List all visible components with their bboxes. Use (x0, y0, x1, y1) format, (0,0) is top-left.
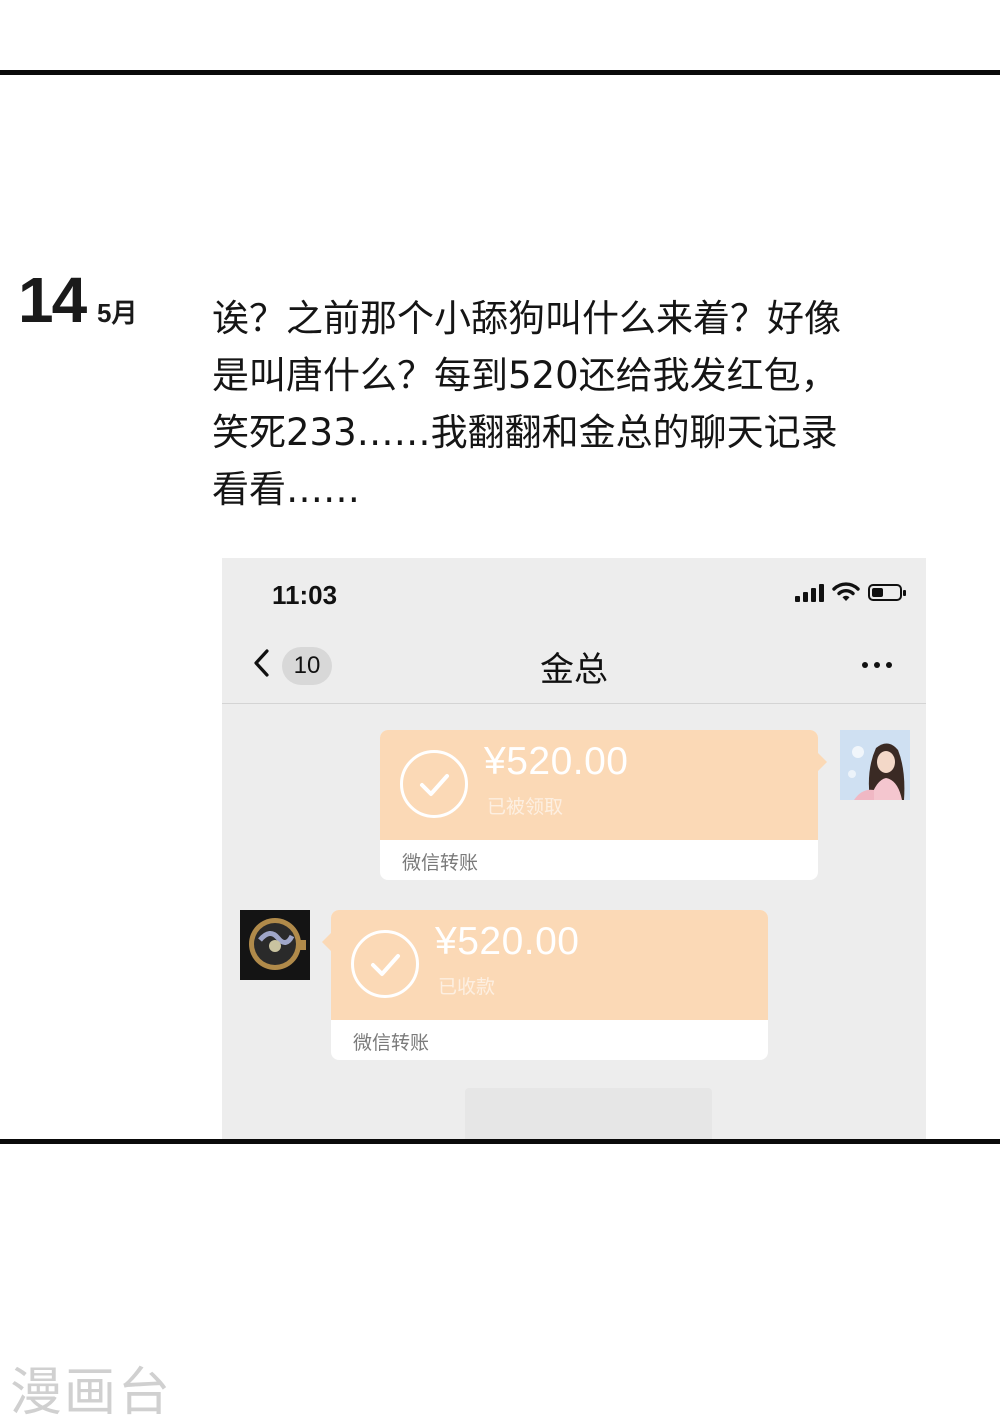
bottom-rule (0, 1139, 1000, 1144)
transfer-message-received[interactable]: ¥520.00 已收款 微信转账 (331, 910, 768, 1060)
transfer-amount: ¥520.00 (484, 740, 629, 783)
avatar-self[interactable] (840, 730, 910, 800)
more-options-icon[interactable] (862, 662, 892, 668)
transfer-status: 已收款 (438, 976, 496, 998)
diary-text: 诶？之前那个小舔狗叫什么来着？好像 是叫唐什么？每到520还给我发红包， 笑死2… (212, 297, 841, 511)
chat-title: 金总 (540, 650, 608, 690)
bubble-tail (818, 753, 827, 771)
watermark: 漫画台 (10, 1363, 173, 1423)
faded-message (465, 1088, 712, 1139)
phone-screenshot: 11:03 10 金总 ¥520.00 已被领取 微信转账 ¥520.00 已收… (222, 558, 926, 1139)
transfer-status: 已被领取 (487, 796, 564, 818)
transfer-label: 微信转账 (402, 852, 479, 874)
date-day: 14 (18, 264, 87, 336)
wifi-icon (832, 582, 860, 601)
signal-icon (795, 582, 824, 602)
transfer-message-sent[interactable]: ¥520.00 已被领取 微信转账 (380, 730, 818, 880)
date-month: 5月 (97, 298, 138, 328)
avatar-contact[interactable] (240, 910, 310, 980)
check-circle-icon (400, 750, 468, 818)
bubble-tail (322, 933, 331, 951)
status-icons (795, 582, 906, 602)
top-rule (0, 70, 1000, 75)
transfer-label: 微信转账 (353, 1032, 430, 1054)
header-divider (222, 703, 926, 704)
check-circle-icon (351, 930, 419, 998)
transfer-amount: ¥520.00 (435, 920, 580, 963)
status-time: 11:03 (272, 580, 338, 610)
battery-icon (868, 583, 906, 601)
